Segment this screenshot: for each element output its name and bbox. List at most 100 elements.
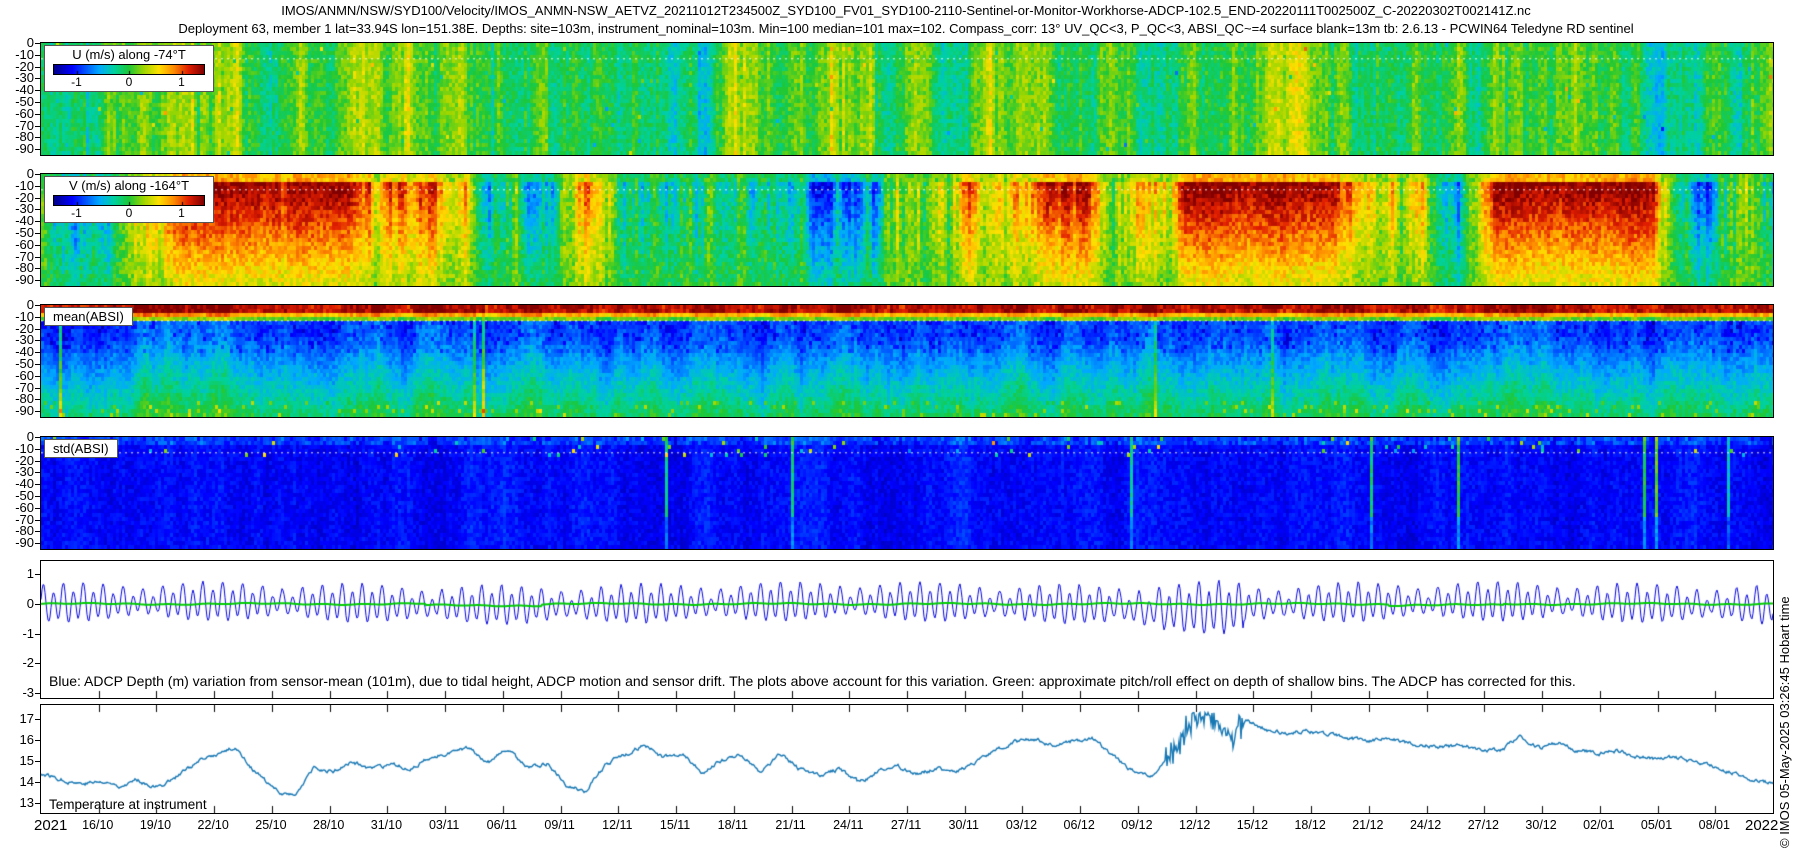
y-tick-mark [35, 305, 41, 306]
y-tick-mark [35, 693, 41, 694]
u-colorbar [53, 64, 205, 75]
y-tick-mark [35, 803, 41, 804]
y-tick-mark [35, 245, 41, 246]
panel-u-velocity: U (m/s) along -74°T -101 0-10-20-30-40-5… [40, 42, 1774, 156]
y-tick-mark [35, 496, 41, 497]
x-tick-label-date: 16/10 [82, 818, 113, 832]
v-legend-title: V (m/s) along -164°T [53, 178, 205, 194]
y-tick-mark [35, 484, 41, 485]
y-tick-mark [35, 376, 41, 377]
x-tick-label-date: 18/12 [1294, 818, 1325, 832]
y-tick-mark [35, 149, 41, 150]
y-tick-mark [35, 221, 41, 222]
y-tick-mark [35, 437, 41, 438]
x-tick-label-date: 05/01 [1641, 818, 1672, 832]
std-absi-label: std(ABSI) [44, 439, 118, 458]
y-tick-mark [35, 102, 41, 103]
y-tick-mark [35, 352, 41, 353]
y-tick-label: -90 [0, 404, 34, 418]
x-tick-label-date: 27/11 [891, 818, 921, 832]
y-tick-mark [35, 268, 41, 269]
temperature-lineplot [41, 705, 1773, 813]
mean-absi-heatmap [41, 305, 1773, 417]
y-tick-label: -90 [0, 536, 34, 550]
colorbar-tick-label: 1 [178, 75, 185, 89]
x-tick-label-date: 27/12 [1468, 818, 1499, 832]
temperature-label: Temperature at instrument [49, 797, 207, 812]
x-tick-label-date: 08/01 [1699, 818, 1730, 832]
mean-absi-label: mean(ABSI) [44, 307, 133, 326]
x-tick-label-date: 06/12 [1064, 818, 1095, 832]
y-tick-mark [35, 78, 41, 79]
depth-variation-caption: Blue: ADCP Depth (m) variation from sens… [49, 673, 1576, 689]
y-tick-label: -2 [0, 656, 34, 670]
y-tick-label: 17 [0, 712, 34, 726]
y-tick-mark [35, 198, 41, 199]
y-tick-mark [35, 782, 41, 783]
x-tick-label-date: 21/11 [775, 818, 805, 832]
y-tick-mark [35, 531, 41, 532]
x-tick-label-date: 22/10 [198, 818, 229, 832]
x-tick-label-date: 21/12 [1352, 818, 1383, 832]
y-tick-mark [35, 399, 41, 400]
v-colorbar-ticks: -1 0 1 [54, 206, 204, 220]
v-colorbar-legend: V (m/s) along -164°T -1 0 1 [44, 176, 214, 223]
y-tick-mark [35, 174, 41, 175]
y-tick-mark [35, 340, 41, 341]
y-tick-label: -3 [0, 686, 34, 700]
y-tick-label: 0 [0, 597, 34, 611]
panel-temperature: Temperature at instrument 1716151413 [40, 704, 1774, 814]
y-tick-mark [35, 90, 41, 91]
y-tick-mark [35, 67, 41, 68]
y-tick-mark [35, 520, 41, 521]
panel-depth-variation: Blue: ADCP Depth (m) variation from sens… [40, 560, 1774, 699]
y-tick-mark [35, 388, 41, 389]
y-tick-mark [35, 508, 41, 509]
x-tick-label-date: 18/11 [718, 818, 748, 832]
y-tick-mark [35, 604, 41, 605]
y-tick-mark [35, 329, 41, 330]
y-tick-label: 16 [0, 733, 34, 747]
y-tick-label: 13 [0, 796, 34, 810]
x-tick-label-date: 31/10 [371, 818, 402, 832]
y-tick-mark [35, 233, 41, 234]
adcp-figure: IMOS/ANMN/NSW/SYD100/Velocity/IMOS_ANMN-… [0, 0, 1800, 850]
x-tick-label-date: 12/12 [1179, 818, 1210, 832]
colorbar-tick-label: 1 [178, 206, 185, 220]
x-tick-label-date: 24/11 [833, 818, 863, 832]
y-tick-mark [35, 43, 41, 44]
x-axis-year-end: 2022 [1745, 817, 1778, 834]
u-colorbar-legend: U (m/s) along -74°T -101 [44, 45, 214, 92]
y-tick-label: -90 [0, 273, 34, 287]
colorbar-tick-label: -1 [71, 206, 82, 220]
x-tick-label-date: 30/12 [1525, 818, 1556, 832]
x-tick-label-date: 12/11 [602, 818, 632, 832]
y-tick-label: -90 [0, 142, 34, 156]
y-tick-mark [35, 663, 41, 664]
figure-title-deployment-info: Deployment 63, member 1 lat=33.94S lon=1… [40, 21, 1772, 36]
panel-v-velocity: V (m/s) along -164°T -101 0-10-20-30-40-… [40, 173, 1774, 287]
x-tick-label-date: 30/11 [949, 818, 979, 832]
y-tick-mark [35, 543, 41, 544]
y-tick-mark [35, 257, 41, 258]
std-absi-heatmap [41, 437, 1773, 549]
panel-std-absi: std(ABSI) 0-10-20-30-40-50-60-70-80-90 [40, 436, 1774, 550]
y-tick-label: 14 [0, 775, 34, 789]
y-tick-mark [35, 55, 41, 56]
y-tick-mark [35, 719, 41, 720]
x-tick-label-date: 19/10 [140, 818, 171, 832]
colorbar-tick-label: 0 [126, 206, 133, 220]
y-tick-mark [35, 317, 41, 318]
y-tick-mark [35, 137, 41, 138]
v-colorbar [53, 195, 205, 206]
x-tick-label-date: 03/11 [429, 818, 459, 832]
v-velocity-heatmap [41, 174, 1773, 286]
y-tick-mark [35, 114, 41, 115]
x-tick-label-date: 02/01 [1583, 818, 1614, 832]
x-tick-label-date: 28/10 [313, 818, 344, 832]
x-tick-label-date: 06/11 [487, 818, 517, 832]
x-tick-label-date: 03/12 [1006, 818, 1037, 832]
y-tick-label: 15 [0, 754, 34, 768]
u-legend-title: U (m/s) along -74°T [53, 47, 205, 63]
y-tick-mark [35, 634, 41, 635]
